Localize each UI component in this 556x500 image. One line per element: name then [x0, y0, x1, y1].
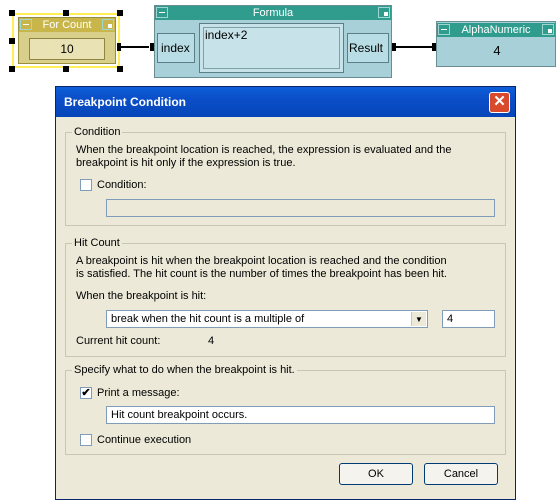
cancel-button[interactable]: Cancel — [424, 463, 498, 485]
condition-checkbox-label[interactable]: Condition: — [97, 179, 147, 191]
dialog-title: Breakpoint Condition — [64, 95, 186, 109]
print-message-label[interactable]: Print a message: — [97, 387, 180, 399]
alphanumeric-box[interactable]: AlphaNumeric 4 — [436, 21, 556, 67]
continue-execution-checkbox[interactable] — [80, 434, 92, 446]
current-hit-count-label: Current hit count: — [76, 335, 161, 347]
hit-count-value-field[interactable]: 4 — [442, 310, 495, 328]
hit-count-group-label: Hit Count — [72, 237, 122, 249]
current-hit-count-value: 4 — [208, 335, 215, 347]
when-hit-label: When the breakpoint is hit: — [76, 290, 207, 302]
selection-handle[interactable] — [9, 38, 15, 44]
selection-handle[interactable] — [63, 66, 69, 72]
minimize-icon[interactable] — [20, 19, 32, 30]
formula-box[interactable]: Formula index index+2 Result — [154, 5, 392, 78]
condition-expression-field[interactable] — [106, 199, 495, 217]
for-count-box[interactable]: For Count 10 — [18, 17, 116, 64]
selection-handle[interactable] — [117, 66, 123, 72]
dropdown-arrow-icon[interactable]: ▼ — [411, 312, 426, 326]
formula-output-label: Result — [349, 41, 384, 55]
ok-button[interactable]: OK — [339, 463, 413, 485]
selection-handle[interactable] — [63, 10, 69, 16]
hit-count-description-line2: is satisfied. The hit count is the numbe… — [76, 268, 447, 280]
data-wire — [396, 46, 432, 48]
condition-group-label: Condition — [72, 126, 123, 138]
maximize-icon[interactable] — [378, 7, 390, 18]
alphanumeric-titlebar[interactable]: AlphaNumeric — [437, 23, 555, 37]
print-message-checkbox[interactable]: ✔ — [80, 387, 92, 399]
hit-count-mode-value: break when the hit count is a multiple o… — [111, 313, 305, 325]
maximize-icon[interactable] — [542, 24, 554, 35]
print-message-field[interactable]: Hit count breakpoint occurs. — [106, 406, 495, 424]
for-count-titlebar[interactable]: For Count — [19, 18, 115, 32]
maximize-icon[interactable] — [102, 19, 114, 30]
selection-handle[interactable] — [9, 10, 15, 16]
dialog-titlebar[interactable]: Breakpoint Condition ✕ — [56, 87, 515, 117]
hit-count-group: Hit Count A breakpoint is hit when the b… — [65, 237, 506, 357]
formula-input-label: index — [161, 41, 190, 55]
condition-checkbox[interactable] — [80, 179, 92, 191]
selection-handle[interactable] — [117, 10, 123, 16]
hit-count-mode-select[interactable]: break when the hit count is a multiple o… — [106, 310, 428, 328]
condition-description-line2: breakpoint is hit only if the expression… — [76, 157, 296, 169]
close-icon[interactable]: ✕ — [489, 92, 510, 113]
hit-count-description-line1: A breakpoint is hit when the breakpoint … — [76, 255, 447, 267]
formula-expression-field[interactable]: index+2 — [199, 23, 344, 73]
formula-title: Formula — [252, 7, 294, 19]
minimize-icon[interactable] — [438, 24, 450, 35]
breakpoint-condition-dialog: Breakpoint Condition ✕ Condition When th… — [55, 86, 516, 500]
alphanumeric-title: AlphaNumeric — [461, 24, 531, 36]
condition-group: Condition When the breakpoint location i… — [65, 126, 506, 226]
action-group-label: Specify what to do when the breakpoint i… — [72, 364, 297, 376]
action-group: Specify what to do when the breakpoint i… — [65, 364, 506, 455]
formula-titlebar[interactable]: Formula — [155, 6, 391, 20]
selection-handle[interactable] — [9, 66, 15, 72]
condition-description-line1: When the breakpoint location is reached,… — [76, 144, 452, 156]
for-count-title: For Count — [42, 19, 92, 31]
formula-expression: index+2 — [205, 28, 248, 42]
minimize-icon[interactable] — [156, 7, 168, 18]
continue-execution-label[interactable]: Continue execution — [97, 434, 191, 446]
for-count-value[interactable]: 10 — [29, 38, 105, 60]
alphanumeric-display: 4 — [493, 43, 501, 58]
data-wire — [121, 46, 149, 48]
